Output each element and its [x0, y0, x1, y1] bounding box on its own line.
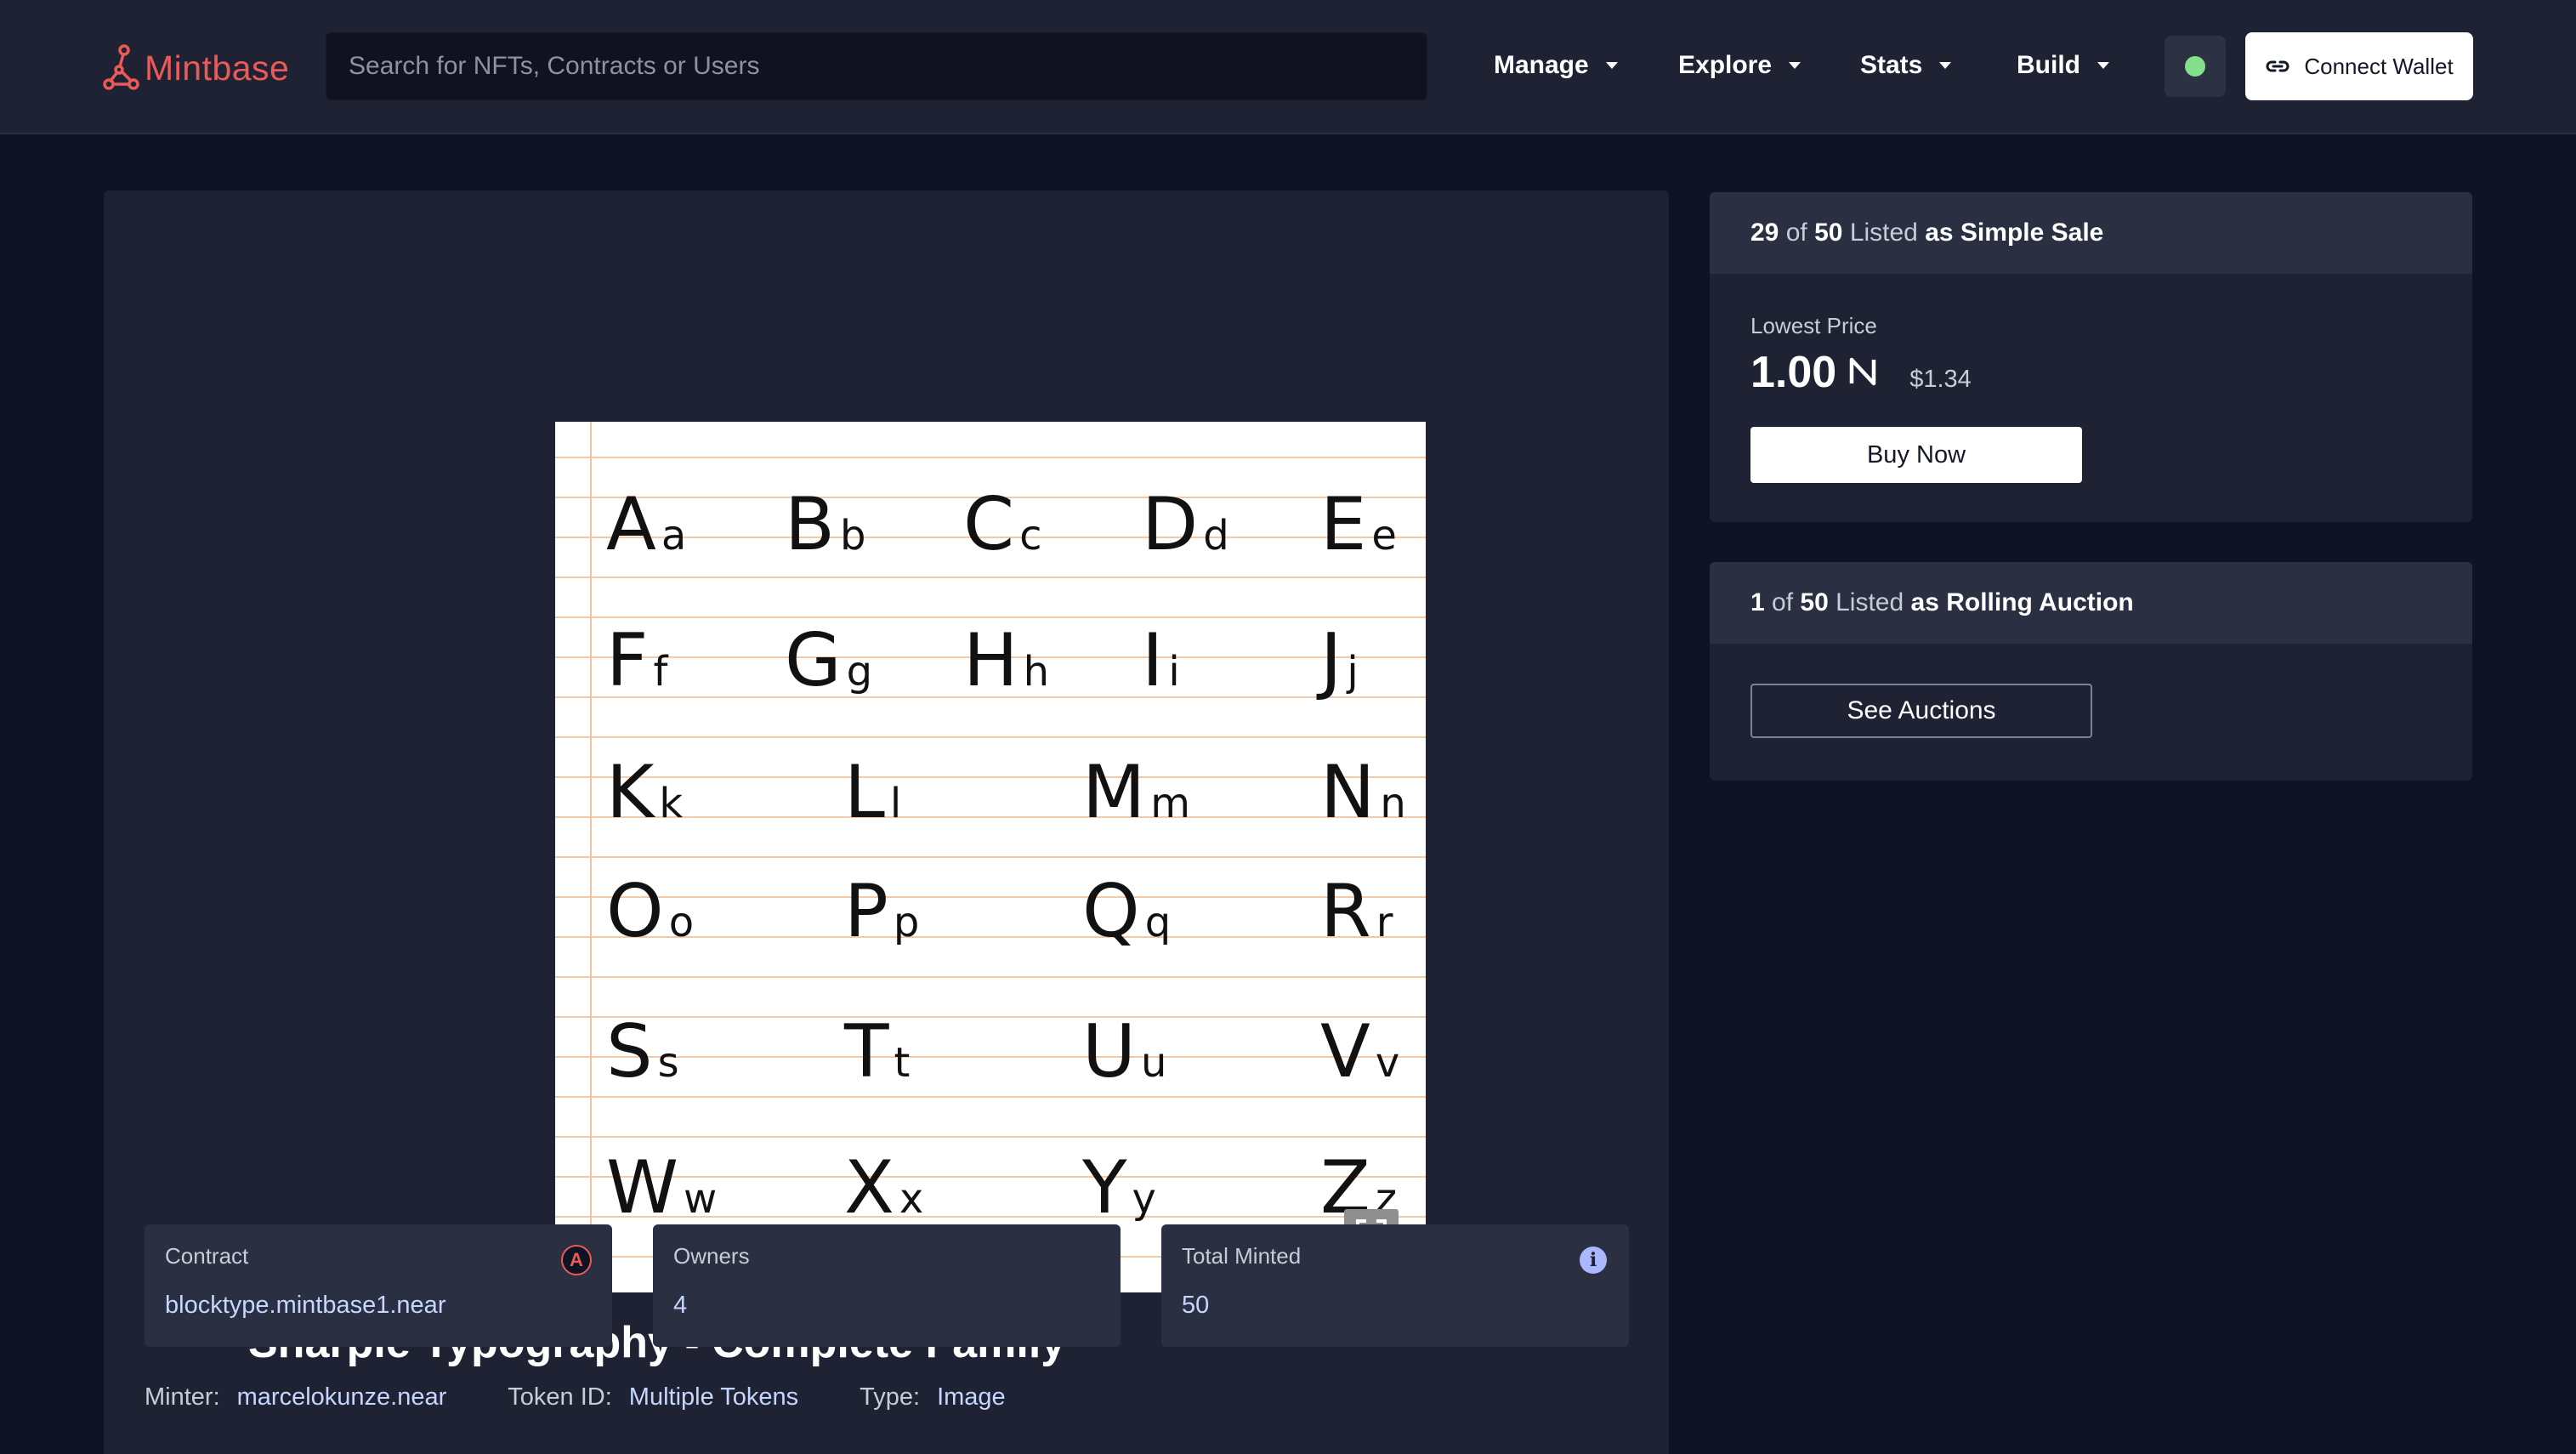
type-label: Type:	[860, 1383, 921, 1411]
search-input[interactable]	[347, 51, 1406, 82]
chevron-down-icon	[1605, 62, 1618, 69]
chevron-down-icon	[2097, 62, 2109, 69]
owners-card: Owners 4	[653, 1224, 1121, 1347]
mintbase-logo-icon	[103, 44, 139, 90]
nav-manage-label: Manage	[1494, 51, 1589, 79]
nft-detail-panel: AaBbCcDdEeFfGgHhIiJjKkLlMmNnOoPpQqRrSsTt…	[104, 190, 1669, 1454]
nav-stats-label: Stats	[1860, 51, 1923, 79]
contract-avatar-icon: A	[561, 1245, 592, 1275]
auction-kind: as Rolling Auction	[1910, 588, 2134, 616]
contract-card: Contract blocktype.mintbase1.near A	[145, 1224, 612, 1347]
auction-total-count: 50	[1800, 588, 1829, 616]
logo[interactable]: Mintbase	[102, 43, 289, 94]
nav-build-label: Build	[2017, 51, 2080, 79]
auction-header: 1 of 50 Listed as Rolling Auction	[1710, 562, 2472, 644]
price-row: 1.00 $1.34	[1750, 347, 1972, 398]
total-minted-label: Total Minted	[1182, 1243, 1302, 1269]
search-bar[interactable]	[326, 32, 1427, 100]
simple-sale-panel: 29 of 50 Listed as Simple Sale Lowest Pr…	[1710, 192, 2472, 522]
contract-value[interactable]: blocktype.mintbase1.near	[165, 1292, 592, 1320]
status-dot-icon	[2185, 56, 2205, 77]
nav-explore-label: Explore	[1678, 51, 1773, 79]
total-count: 50	[1814, 219, 1843, 247]
total-minted-value: 50	[1182, 1292, 1210, 1319]
minter-label: Minter:	[145, 1383, 220, 1411]
lowest-price-label: Lowest Price	[1750, 313, 1877, 338]
token-id-label: Token ID:	[508, 1383, 612, 1411]
ruled-lines	[555, 457, 1426, 1258]
chevron-down-icon	[1939, 62, 1952, 69]
listed-word: Listed	[1849, 219, 1918, 247]
price-usd: $1.34	[1909, 366, 1972, 393]
link-icon	[2266, 60, 2289, 72]
price-value: 1.00	[1750, 348, 1837, 397]
rolling-auction-panel: 1 of 50 Listed as Rolling Auction See Au…	[1710, 562, 2472, 781]
nav-stats[interactable]: Stats	[1860, 44, 1952, 87]
connect-wallet-button[interactable]: Connect Wallet	[2245, 32, 2473, 100]
nft-artwork[interactable]: Aa Bb Cc Dd EeF f Gg Hh Ii JjK k Ll Mm NnO o Pp Qq RrS s Tt…	[555, 422, 1426, 1292]
listed-count: 29	[1750, 219, 1779, 247]
nav-build[interactable]: Build	[2017, 44, 2109, 87]
near-currency-icon	[1849, 357, 1876, 386]
owners-label: Owners	[673, 1243, 750, 1269]
see-auctions-button[interactable]: See Auctions	[1750, 684, 2092, 738]
buy-now-button[interactable]: Buy Now	[1750, 427, 2082, 483]
token-id-link[interactable]: Multiple Tokens	[629, 1383, 798, 1411]
network-status-button[interactable]	[2165, 36, 2226, 97]
total-minted-card: Total Minted 50 i	[1161, 1224, 1629, 1347]
sale-kind: as Simple Sale	[1925, 219, 2104, 247]
nav-manage[interactable]: Manage	[1494, 44, 1618, 87]
nav-explore[interactable]: Explore	[1678, 44, 1801, 87]
auction-of-text: of	[1772, 588, 1794, 616]
minter-link[interactable]: marcelokunze.near	[237, 1383, 447, 1411]
type-value[interactable]: Image	[937, 1383, 1006, 1411]
connect-wallet-label: Connect Wallet	[2304, 53, 2454, 79]
auction-listed-word: Listed	[1836, 588, 1904, 616]
chevron-down-icon	[1789, 62, 1801, 69]
simple-sale-header: 29 of 50 Listed as Simple Sale	[1710, 192, 2472, 274]
nft-meta-row: Minter: marcelokunze.near Token ID: Mult…	[145, 1383, 1067, 1411]
top-header: Mintbase Manage Explore Stats Build Conn…	[0, 0, 2576, 134]
of-text: of	[1785, 219, 1807, 247]
logo-text: Mintbase	[145, 48, 290, 88]
owners-value[interactable]: 4	[673, 1292, 1100, 1320]
contract-label: Contract	[165, 1243, 249, 1269]
auction-listed-count: 1	[1750, 588, 1765, 616]
info-icon[interactable]: i	[1580, 1247, 1607, 1274]
